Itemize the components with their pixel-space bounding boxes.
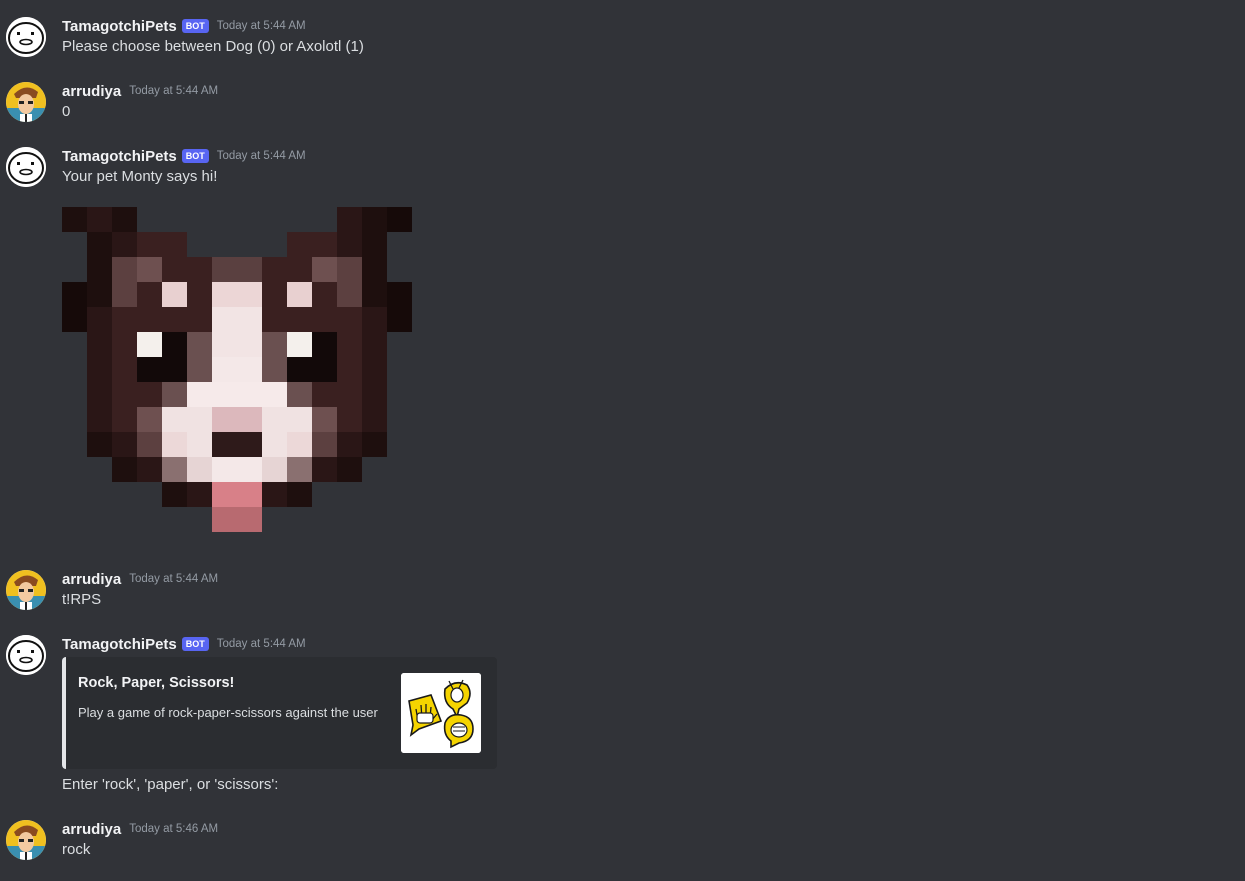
username[interactable]: TamagotchiPets (62, 636, 177, 653)
pixel-dog-image (62, 207, 412, 532)
bot-avatar[interactable] (6, 147, 46, 187)
message-timestamp: Today at 5:46 AM (129, 823, 219, 835)
embed-title: Rock, Paper, Scissors! (78, 675, 235, 691)
user-avatar[interactable] (6, 820, 46, 860)
bot-badge: BOT (181, 149, 209, 163)
message-timestamp: Today at 5:44 AM (216, 20, 306, 32)
rock-paper-scissors-hands-icon (401, 673, 481, 753)
embed-thumbnail[interactable] (401, 673, 481, 753)
message-text: rock (62, 841, 91, 858)
message-timestamp: Today at 5:44 AM (129, 573, 219, 585)
message-text: Enter 'rock', 'paper', or 'scissors': (62, 776, 279, 793)
embed-description: Play a game of rock-paper-scissors again… (78, 705, 378, 720)
pixel-dog-image[interactable] (62, 207, 412, 537)
message-timestamp: Today at 5:44 AM (216, 150, 306, 162)
embed-card: Rock, Paper, Scissors! Play a game of ro… (62, 657, 497, 769)
username[interactable]: arrudiya (62, 821, 121, 838)
username[interactable]: arrudiya (62, 83, 121, 100)
username[interactable]: TamagotchiPets (62, 148, 177, 165)
user-avatar[interactable] (6, 570, 46, 610)
message-timestamp: Today at 5:44 AM (216, 638, 306, 650)
message-text: t!RPS (62, 591, 102, 608)
user-avatar[interactable] (6, 82, 46, 122)
bot-badge: BOT (181, 19, 209, 33)
message-text: 0 (62, 103, 71, 120)
message-timestamp: Today at 5:44 AM (129, 85, 219, 97)
chat-messages: TamagotchiPets BOT Today at 5:44 AM Plea… (0, 0, 1245, 881)
bot-badge: BOT (181, 637, 209, 651)
message-text: Your pet Monty says hi! (62, 168, 218, 185)
username[interactable]: arrudiya (62, 571, 121, 588)
bot-avatar[interactable] (6, 635, 46, 675)
username[interactable]: TamagotchiPets (62, 18, 177, 35)
bot-avatar[interactable] (6, 17, 46, 57)
message-text: Please choose between Dog (0) or Axolotl… (62, 38, 364, 55)
